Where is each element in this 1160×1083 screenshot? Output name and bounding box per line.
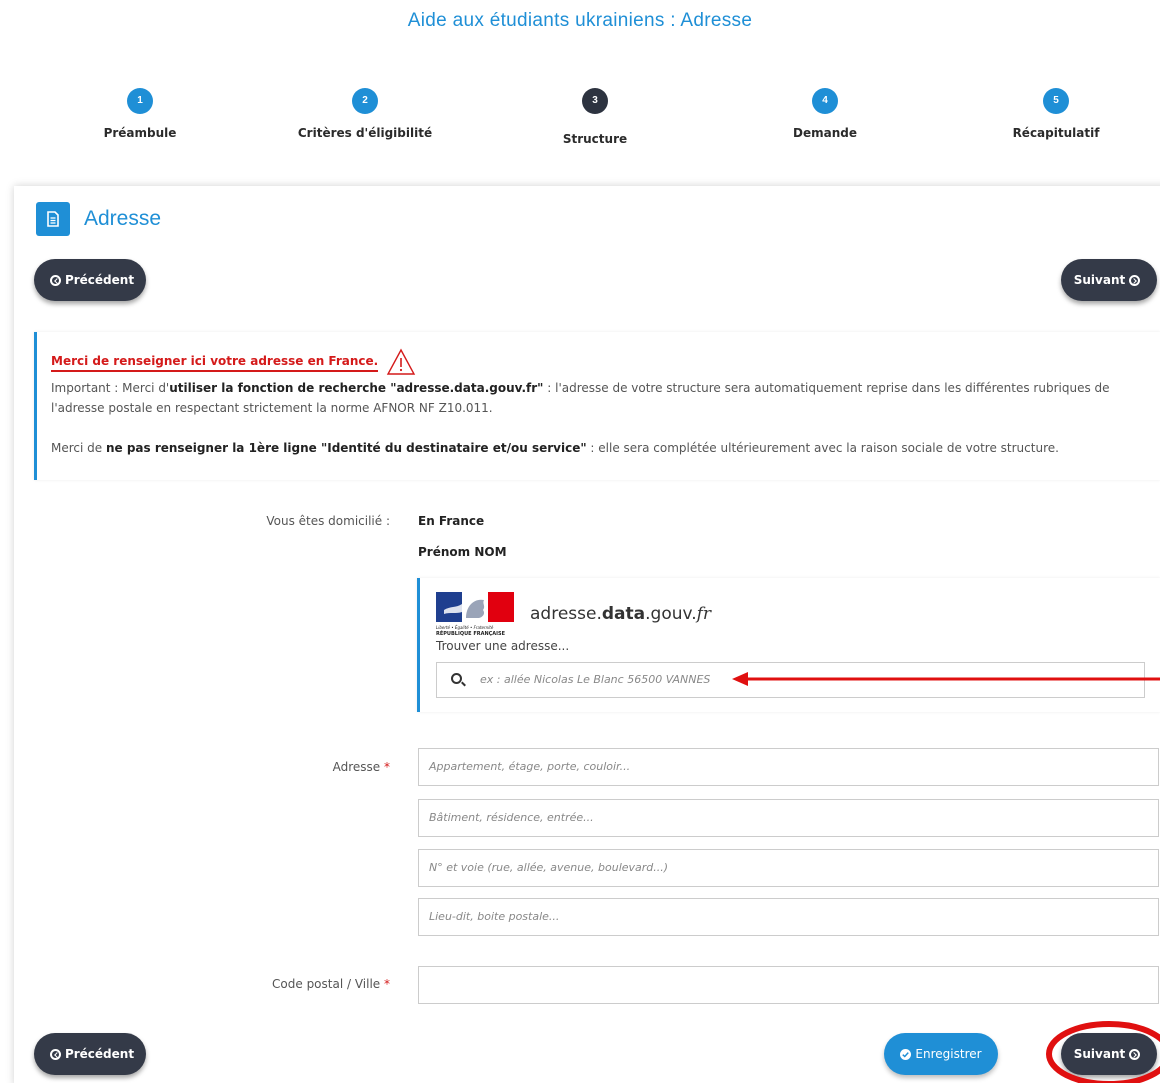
logo-republique: République Française bbox=[436, 631, 506, 637]
search-icon bbox=[451, 673, 462, 684]
required-mark: * bbox=[384, 977, 390, 991]
postal-city-input[interactable] bbox=[418, 966, 1159, 1004]
info-text: : elle sera complétée ultérieurement ave… bbox=[586, 441, 1059, 455]
step-label: Structure bbox=[562, 132, 628, 146]
address-line3-placeholder: N° et voie (rue, allée, avenue, boulevar… bbox=[429, 861, 669, 874]
postal-city-label-text: Code postal / Ville bbox=[272, 977, 381, 991]
save-label: Enregistrer bbox=[915, 1047, 982, 1061]
info-paragraph-1: Important : Merci d'utiliser la fonction… bbox=[51, 378, 1146, 418]
info-text-bold: ne pas renseigner la 1ère ligne "Identit… bbox=[105, 441, 587, 455]
page-title: Aide aux étudiants ukrainiens : Adresse bbox=[407, 10, 753, 31]
arrow-right-circle-icon bbox=[1129, 274, 1141, 286]
previous-button-top[interactable]: Précédent bbox=[34, 259, 146, 301]
address-label-text: Adresse bbox=[332, 760, 381, 774]
ban-brand-part: .gouv. bbox=[645, 604, 697, 624]
step-preambule[interactable]: 1 Préambule bbox=[40, 88, 240, 140]
info-paragraph-2: Merci de ne pas renseigner la 1ère ligne… bbox=[51, 438, 1146, 458]
step-number: 3 bbox=[582, 88, 608, 114]
address-line1-input[interactable]: Appartement, étage, porte, couloir... bbox=[418, 748, 1159, 786]
stepper: 1 Préambule 2 Critères d'éligibilité 3 S… bbox=[0, 88, 1160, 168]
address-line3-input[interactable]: N° et voie (rue, allée, avenue, boulevar… bbox=[418, 849, 1159, 887]
step-number: 1 bbox=[127, 88, 153, 114]
ban-brand-part: adresse. bbox=[530, 604, 602, 624]
address-line1-placeholder: Appartement, étage, porte, couloir... bbox=[429, 760, 631, 773]
ban-brand: adresse.data.gouv.fr bbox=[530, 604, 711, 624]
address-label: Adresse * bbox=[200, 760, 390, 774]
previous-label: Précédent bbox=[64, 273, 135, 287]
address-line2-placeholder: Bâtiment, résidence, entrée... bbox=[429, 811, 594, 824]
marianne-logo: Liberté • Égalité • Fraternité Républiqu… bbox=[436, 592, 514, 638]
check-circle-icon bbox=[900, 1048, 912, 1060]
warning-triangle-icon bbox=[387, 348, 416, 375]
domicile-label: Vous êtes domicilié : bbox=[266, 514, 390, 528]
search-placeholder: ex : allée Nicolas Le Blanc 56500 VANNES bbox=[480, 673, 711, 686]
step-criteres[interactable]: 2 Critères d'éligibilité bbox=[265, 88, 465, 140]
step-label: Récapitulatif bbox=[1012, 126, 1100, 140]
ban-brand-part: data bbox=[601, 604, 646, 624]
step-number: 5 bbox=[1043, 88, 1069, 114]
recipient-name: Prénom NOM bbox=[418, 545, 507, 559]
ban-search-panel: Liberté • Égalité • Fraternité Républiqu… bbox=[417, 578, 1160, 712]
arrow-left-circle-icon bbox=[49, 1048, 61, 1060]
step-label: Demande bbox=[793, 126, 857, 140]
arrow-left-circle-icon bbox=[49, 274, 61, 286]
warning-text: Merci de renseigner ici votre adresse en… bbox=[51, 353, 379, 372]
info-text: Important : Merci d' bbox=[51, 381, 170, 395]
step-label: Critères d'éligibilité bbox=[297, 126, 433, 140]
card-header: Adresse bbox=[36, 202, 161, 236]
next-label: Suivant bbox=[1073, 273, 1126, 287]
card-title: Adresse bbox=[84, 207, 162, 230]
annotation-arrow bbox=[732, 672, 1160, 686]
previous-button-bottom[interactable]: Précédent bbox=[34, 1033, 146, 1075]
address-line4-input[interactable]: Lieu-dit, boite postale... bbox=[418, 898, 1159, 936]
step-number: 2 bbox=[352, 88, 378, 114]
step-label: Préambule bbox=[103, 126, 177, 140]
info-text: Merci de bbox=[51, 441, 106, 455]
postal-city-label: Code postal / Ville * bbox=[200, 977, 390, 991]
document-icon bbox=[36, 202, 70, 236]
info-box: Merci de renseigner ici votre adresse en… bbox=[34, 332, 1160, 480]
save-button[interactable]: Enregistrer bbox=[884, 1033, 998, 1075]
domicile-value: En France bbox=[418, 514, 485, 528]
previous-label: Précédent bbox=[64, 1047, 135, 1061]
address-line4-placeholder: Lieu-dit, boite postale... bbox=[429, 910, 560, 923]
address-line2-input[interactable]: Bâtiment, résidence, entrée... bbox=[418, 799, 1159, 837]
ban-brand-part: fr bbox=[696, 604, 712, 624]
step-recapitulatif[interactable]: 5 Récapitulatif bbox=[956, 88, 1156, 140]
annotation-circle bbox=[1046, 1021, 1160, 1083]
step-number: 4 bbox=[812, 88, 838, 114]
required-mark: * bbox=[384, 760, 390, 774]
step-structure[interactable]: 3 Structure bbox=[495, 88, 695, 146]
find-address-label: Trouver une adresse... bbox=[436, 639, 570, 653]
step-demande[interactable]: 4 Demande bbox=[725, 88, 925, 140]
next-button-top[interactable]: Suivant bbox=[1061, 259, 1157, 301]
info-text-bold: utiliser la fonction de recherche "adres… bbox=[169, 381, 544, 395]
